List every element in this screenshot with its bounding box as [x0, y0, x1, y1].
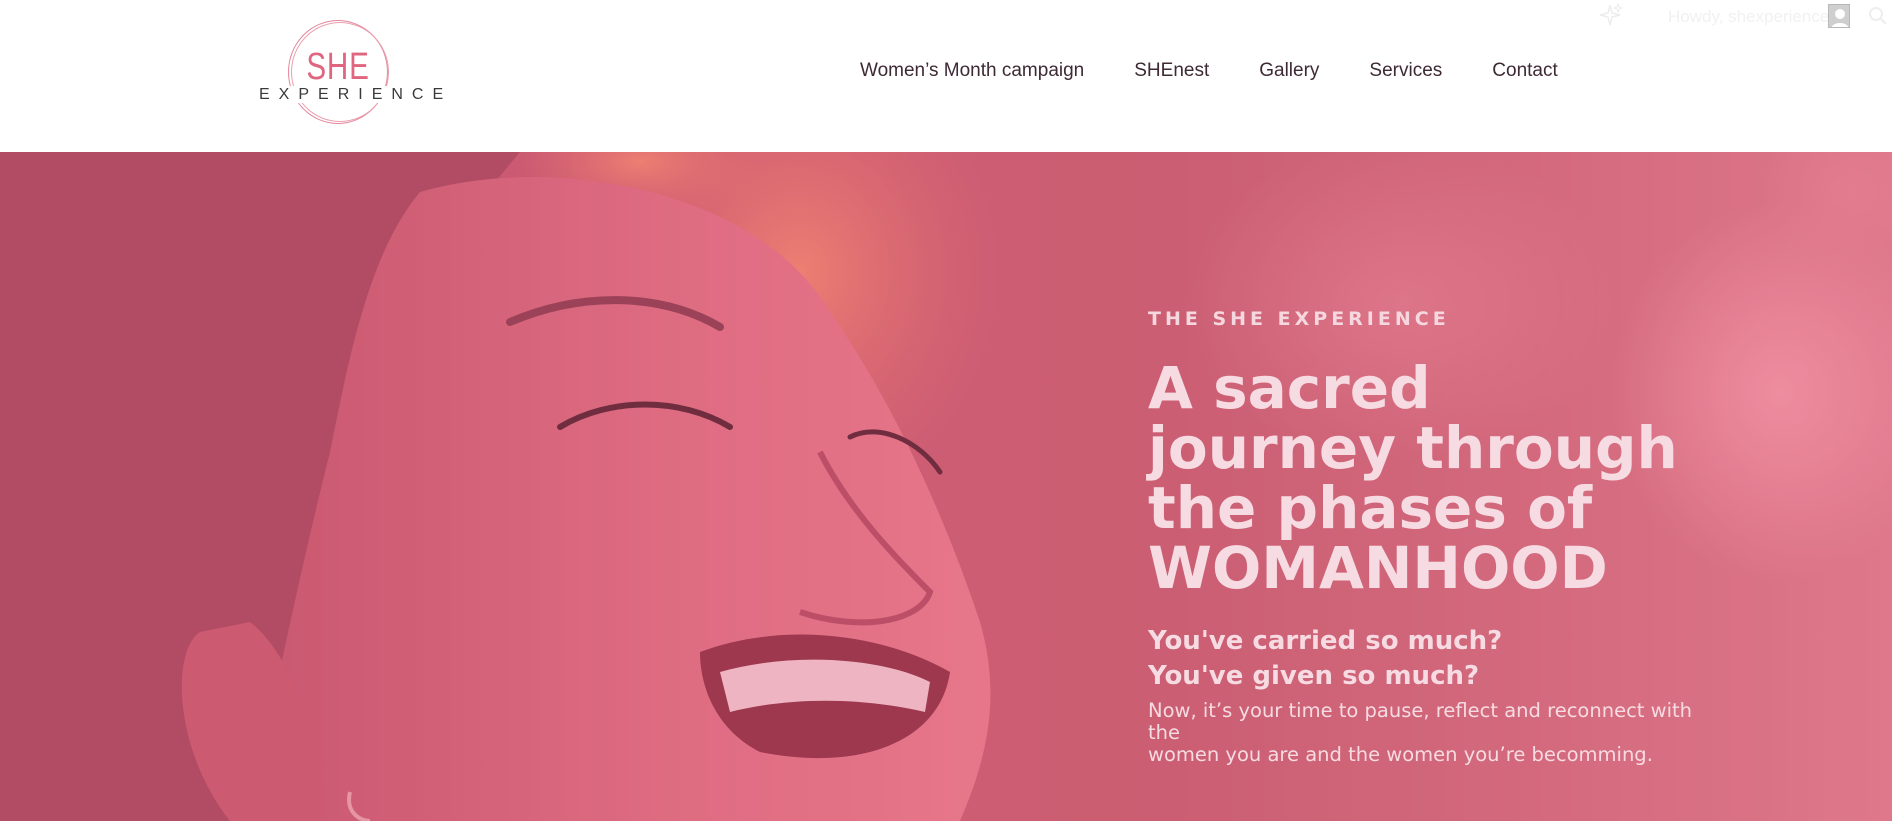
search-icon[interactable] [1868, 6, 1888, 26]
hero-headline: A sacred journey through the phases of W… [1148, 358, 1708, 598]
body-line: women you are and the women you’re becom… [1148, 743, 1653, 766]
hero-subheading: You've carried so much? You've given so … [1148, 624, 1748, 694]
headline-line: the phases of [1148, 474, 1593, 542]
site-logo[interactable]: SHE EXPERIENCE [258, 18, 454, 130]
avatar[interactable] [1828, 4, 1850, 28]
logo-sub-text: EXPERIENCE [258, 86, 454, 104]
logo-main-text: SHE [306, 46, 370, 88]
nav-item-shenest[interactable]: SHEnest [1134, 60, 1209, 82]
headline-line: WOMANHOOD [1148, 534, 1608, 602]
nav-item-contact[interactable]: Contact [1492, 60, 1557, 82]
logo-sub-label: EXPERIENCE [258, 86, 454, 103]
nav-item-gallery[interactable]: Gallery [1259, 60, 1319, 82]
headline-line: journey through [1148, 414, 1678, 482]
body-line: Now, it’s your time to pause, reflect an… [1148, 699, 1693, 744]
subheading-line: You've given so much? [1148, 661, 1480, 691]
page: Howdy, shexperience SHE EXPERIENCE Women… [0, 0, 1892, 821]
subheading-line: You've carried so much? [1148, 626, 1503, 656]
site-header: Howdy, shexperience SHE EXPERIENCE Women… [0, 0, 1892, 152]
hero-body-text: Now, it’s your time to pause, reflect an… [1148, 700, 1728, 766]
sparkle-icon[interactable] [1596, 2, 1624, 30]
admin-greeting[interactable]: Howdy, shexperience [1668, 7, 1829, 27]
nav-item-womens-month-campaign[interactable]: Women’s Month campaign [860, 60, 1084, 82]
main-nav: Women’s Month campaign SHEnest Gallery S… [860, 60, 1558, 82]
headline-line: A sacred [1148, 354, 1431, 422]
hero-text-block: THE SHE EXPERIENCE A sacred journey thro… [1148, 308, 1748, 766]
hero-section: THE SHE EXPERIENCE A sacred journey thro… [0, 152, 1892, 821]
hero-eyebrow: THE SHE EXPERIENCE [1148, 308, 1450, 330]
nav-item-services[interactable]: Services [1369, 60, 1442, 82]
